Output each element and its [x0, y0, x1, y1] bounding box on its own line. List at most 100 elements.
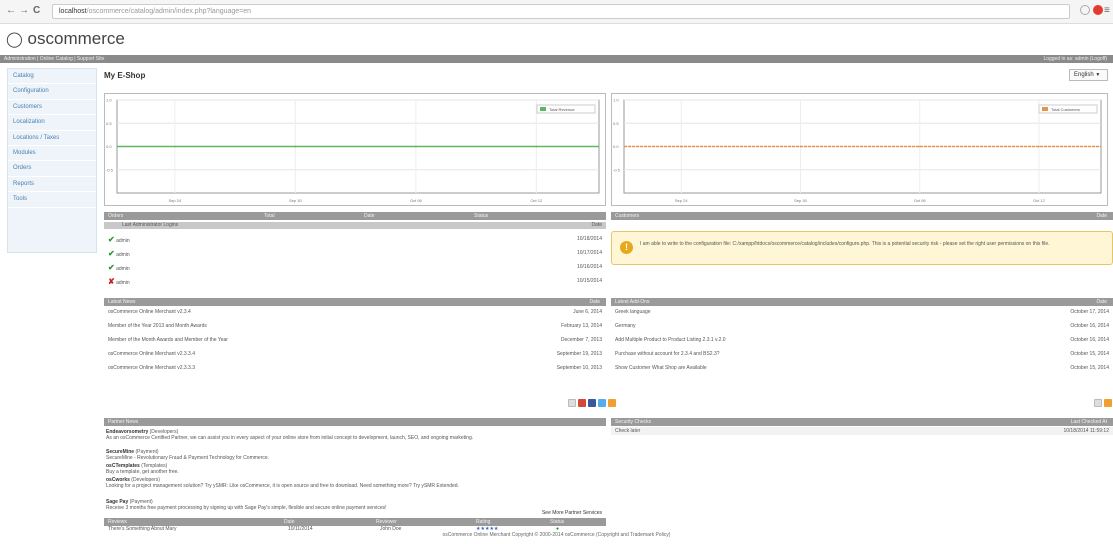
security-check-date: 10/18/2014 11:59:12: [1063, 428, 1109, 434]
sidebar-item-label: Customers: [13, 103, 43, 110]
x-tick-label: Oct 12: [1033, 198, 1046, 203]
news-title[interactable]: osCommerce Online Merchant v2.3.4: [108, 307, 191, 318]
addons-title[interactable]: Greek language: [615, 307, 651, 318]
login-user[interactable]: admin: [116, 266, 130, 272]
login-row: ✘ admin 10/15/2014: [104, 276, 606, 287]
addons-title[interactable]: Add Multiple Product to Product Listing …: [615, 335, 726, 346]
login-date: 10/18/2014: [576, 236, 602, 242]
sidebar-item-label: Orders: [13, 165, 32, 172]
google-icon[interactable]: [578, 399, 586, 407]
login-date: 10/16/2014: [576, 264, 602, 270]
rating-col: Rating: [476, 519, 491, 525]
failed-x-icon: ✘: [108, 277, 115, 286]
success-check-icon: ✔: [108, 249, 115, 258]
customers-header: Customers Date: [611, 212, 1113, 220]
addons-title[interactable]: Purchase without account for 2.3.4 and B…: [615, 349, 720, 360]
sidebar-item-label: Configuration: [13, 88, 49, 95]
forward-icon[interactable]: →: [19, 5, 29, 17]
y-tick-label: 1.0: [106, 98, 112, 103]
login-user[interactable]: admin: [116, 238, 130, 244]
logins-date-col: Date: [591, 222, 602, 228]
sidebar-item-modules[interactable]: Modules: [8, 146, 96, 162]
sidebar-item-localization[interactable]: Localization: [8, 115, 96, 131]
addons-date: October 16, 2014: [1070, 323, 1109, 329]
star-icon[interactable]: [1080, 5, 1090, 15]
series-point: [415, 145, 417, 148]
series-point: [535, 145, 538, 148]
news-date: September 19, 2013: [556, 351, 602, 357]
partner-item: Endeavorsometry (Developers) As an osComm…: [106, 429, 602, 441]
login-row: ✔ admin 10/17/2014: [104, 248, 606, 259]
addons-date: October 16, 2014: [1070, 337, 1109, 343]
extension-icon[interactable]: [1093, 5, 1103, 15]
news-row: osCommerce Online Merchant v2.3.3.4 Septe…: [104, 349, 606, 360]
sidebar-item-catalog[interactable]: Catalog: [8, 69, 96, 85]
addons-row: Germany October 16, 2014: [611, 321, 1113, 332]
more-partners-link[interactable]: See More Partner Services: [104, 510, 602, 516]
news-title[interactable]: Member of the Month Awards and Member of…: [108, 335, 228, 346]
logo[interactable]: ◯ oscommerce: [6, 28, 125, 51]
reviews-col: Reviews: [108, 519, 127, 525]
news-title: Latest News: [108, 299, 136, 305]
twitter-icon[interactable]: [598, 399, 606, 407]
news-title[interactable]: osCommerce Online Merchant v2.3.3.3: [108, 363, 195, 374]
sidebar-item-configuration[interactable]: Configuration: [8, 84, 96, 100]
back-icon[interactable]: ←: [6, 5, 16, 17]
warning-text: I am able to write to the configuration …: [640, 241, 1050, 247]
rss-feed-icon[interactable]: [608, 399, 616, 407]
sidebar: Catalog Configuration Customers Localiza…: [7, 68, 97, 253]
customers-col: Customers: [615, 213, 640, 219]
rss-icon[interactable]: [568, 399, 576, 407]
addons-title[interactable]: Germany: [615, 321, 636, 332]
revenue-chart: 1.0 0.5 0.0 -0.5 Sep 24 Sep 30 Oct 06 Oct 12 Tot…: [104, 93, 606, 206]
partner-header: Partner News: [104, 418, 606, 426]
browser-toolbar: ← → C localhost/oscommerce/catalog/admin…: [0, 0, 1113, 24]
y-tick-label: 0.0: [106, 144, 112, 149]
admin-topbar: Administration | Online Catalog | Suppor…: [0, 55, 1113, 63]
status-col: Status: [474, 213, 489, 219]
security-title: Security Checks: [615, 419, 652, 425]
rss-feed-icon[interactable]: [1104, 399, 1112, 407]
topbar-links[interactable]: Administration | Online Catalog | Suppor…: [4, 56, 104, 62]
series-point: [1038, 145, 1040, 148]
sidebar-item-reports[interactable]: Reports: [8, 177, 96, 193]
sidebar-item-customers[interactable]: Customers: [8, 100, 96, 116]
success-check-icon: ✔: [108, 263, 115, 272]
language-select[interactable]: English ▼: [1069, 69, 1108, 81]
security-header: Security Checks Last Checked At: [611, 418, 1113, 426]
menu-icon[interactable]: ≡: [1104, 5, 1110, 16]
y-tick-label: 0.5: [613, 121, 619, 126]
news-title[interactable]: osCommerce Online Merchant v2.3.3.4: [108, 349, 195, 360]
logged-in-info[interactable]: Logged in as: admin (Logoff): [1043, 55, 1107, 63]
rss-icon[interactable]: [1094, 399, 1102, 407]
news-title[interactable]: Member of the Year 2013 and Month Awards: [108, 321, 207, 332]
news-header: Latest News Date: [104, 298, 606, 306]
reload-icon[interactable]: C: [33, 5, 40, 17]
login-user[interactable]: admin: [116, 280, 130, 286]
x-tick-label: Sep 30: [794, 198, 807, 203]
security-row: Check later 10/18/2014 11:59:12: [611, 427, 1113, 435]
addons-title[interactable]: Show Customer What Shop are Available: [615, 363, 707, 374]
footer-copyright: osCommerce Online Merchant Copyright © 2…: [442, 532, 671, 538]
orders-col: Orders: [108, 213, 124, 219]
security-warning: ! I am able to write to the configuratio…: [611, 231, 1113, 265]
customers-chart: 1.0 0.5 0.0 -0.5 Sep 24 Sep 30 Oct 06 Oct 12 Tot…: [611, 93, 1108, 206]
series-point: [918, 145, 921, 148]
addons-social-links: [1094, 399, 1112, 408]
url-host: localhost: [59, 8, 87, 15]
login-user[interactable]: admin: [116, 252, 130, 258]
sidebar-item-orders[interactable]: Orders: [8, 161, 96, 177]
addons-row: Add Multiple Product to Product Listing …: [611, 335, 1113, 346]
facebook-icon[interactable]: [588, 399, 596, 407]
addons-date: October 15, 2014: [1070, 365, 1109, 371]
reviewer-col: Reviewer: [376, 519, 397, 525]
address-bar[interactable]: localhost/oscommerce/catalog/admin/index…: [52, 4, 1070, 19]
sidebar-item-tools[interactable]: Tools: [8, 192, 96, 208]
security-check-title[interactable]: Check later: [615, 427, 640, 435]
sidebar-item-locations-taxes[interactable]: Locations / Taxes: [8, 131, 96, 146]
date-col: Date: [364, 213, 375, 219]
sidebar-item-label: Modules: [13, 149, 36, 156]
addons-row: Greek language October 17, 2014: [611, 307, 1113, 318]
success-check-icon: ✔: [108, 235, 115, 244]
chart-svg: 1.0 0.5 0.0 -0.5 Sep 24 Sep 30 Oct 06 Oct 12 Tot…: [613, 98, 1102, 203]
